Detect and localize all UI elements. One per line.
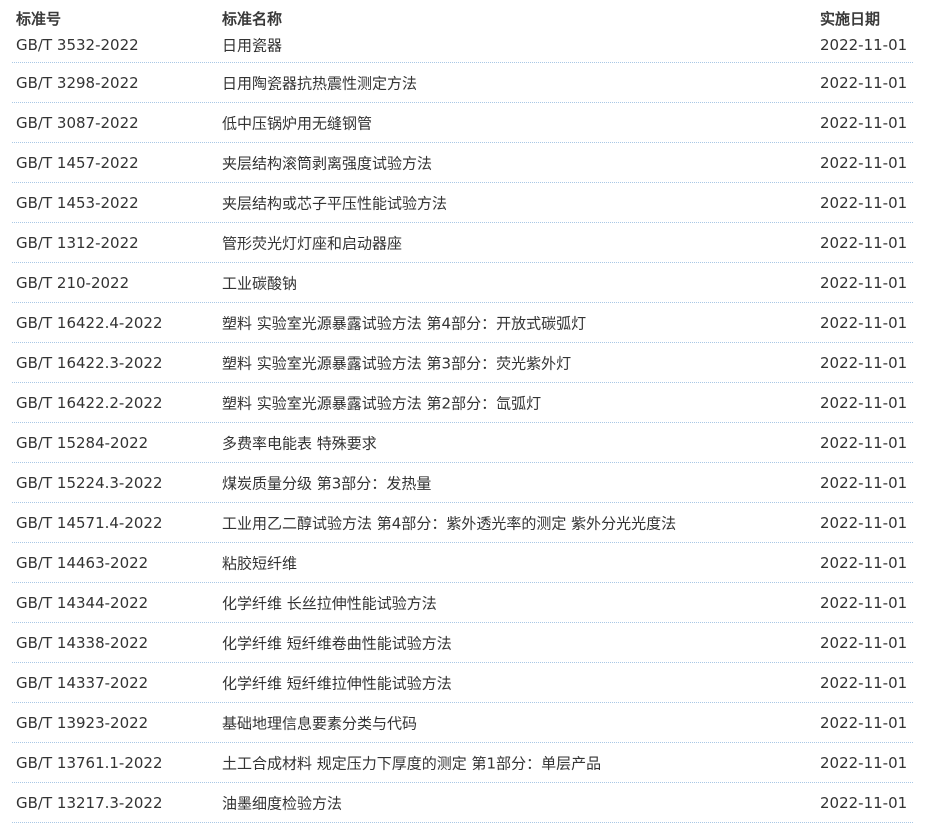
header-code: 标准号	[16, 10, 62, 28]
implementation-date: 2022-11-01	[820, 593, 908, 612]
table-row[interactable]: GB/T 1457-2022 夹层结构滚筒剥离强度试验方法 2022-11-01	[12, 143, 913, 183]
implementation-date: 2022-11-01	[820, 113, 908, 132]
standard-code[interactable]: GB/T 16422.4-2022	[16, 314, 163, 332]
standard-code[interactable]: GB/T 1453-2022	[16, 194, 139, 212]
standard-name-link[interactable]: 化学纤维 长丝拉伸性能试验方法	[222, 592, 437, 613]
standard-code[interactable]: GB/T 1312-2022	[16, 234, 139, 252]
standard-code[interactable]: GB/T 14463-2022	[16, 554, 148, 572]
implementation-date: 2022-11-01	[820, 793, 908, 812]
standard-name-link[interactable]: 多费率电能表 特殊要求	[222, 432, 377, 453]
table-row[interactable]: GB/T 13761.1-2022 土工合成材料 规定压力下厚度的测定 第1部分：…	[12, 743, 913, 783]
implementation-date: 2022-11-01	[820, 433, 908, 452]
implementation-date: 2022-11-01	[820, 473, 908, 492]
table-row[interactable]: GB/T 14344-2022 化学纤维 长丝拉伸性能试验方法 2022-11-01	[12, 583, 913, 623]
header-name: 标准名称	[222, 10, 283, 28]
standard-name-link[interactable]: 塑料 实验室光源暴露试验方法 第4部分：开放式碳弧灯	[222, 312, 586, 333]
standard-name-link[interactable]: 低中压锅炉用无缝钢管	[222, 112, 372, 133]
standard-code[interactable]: GB/T 1457-2022	[16, 154, 139, 172]
implementation-date: 2022-11-01	[820, 313, 908, 332]
table-row[interactable]: GB/T 13923-2022 基础地理信息要素分类与代码 2022-11-01	[12, 703, 913, 743]
standard-code[interactable]: GB/T 14344-2022	[16, 594, 148, 612]
standard-name-link[interactable]: 日用瓷器	[222, 35, 282, 56]
table-row[interactable]: GB/T 14337-2022 化学纤维 短纤维拉伸性能试验方法 2022-11-0…	[12, 663, 913, 703]
standard-name-link[interactable]: 管形荧光灯灯座和启动器座	[222, 232, 402, 253]
implementation-date: 2022-11-01	[820, 273, 908, 292]
table-row[interactable]: GB/T 3087-2022 低中压锅炉用无缝钢管 2022-11-01	[12, 103, 913, 143]
implementation-date: 2022-11-01	[820, 353, 908, 372]
implementation-date: 2022-11-01	[820, 553, 908, 572]
standard-name-link[interactable]: 工业用乙二醇试验方法 第4部分：紫外透光率的测定 紫外分光光度法	[222, 512, 676, 533]
standard-code[interactable]: GB/T 13217.3-2022	[16, 794, 163, 812]
standard-name-link[interactable]: 粘胶短纤维	[222, 552, 297, 573]
table-row[interactable]: GB/T 16422.3-2022 塑料 实验室光源暴露试验方法 第3部分：荧光紫…	[12, 343, 913, 383]
implementation-date: 2022-11-01	[820, 673, 908, 692]
standard-name-link[interactable]: 化学纤维 短纤维卷曲性能试验方法	[222, 632, 452, 653]
standard-name-link[interactable]: 油墨细度检验方法	[222, 792, 342, 813]
standard-code[interactable]: GB/T 13761.1-2022	[16, 754, 163, 772]
standard-code[interactable]: GB/T 210-2022	[16, 274, 129, 292]
implementation-date: 2022-11-01	[820, 193, 908, 212]
implementation-date: 2022-11-01	[820, 713, 908, 732]
table-row[interactable]: GB/T 210-2022 工业碳酸钠 2022-11-01	[12, 263, 913, 303]
implementation-date: 2022-11-01	[820, 633, 908, 652]
implementation-date: 2022-11-01	[820, 753, 908, 772]
table-row[interactable]: GB/T 3298-2022 日用陶瓷器抗热震性测定方法 2022-11-01	[12, 63, 913, 103]
standard-name-link[interactable]: 煤炭质量分级 第3部分：发热量	[222, 472, 431, 493]
standard-code[interactable]: GB/T 16422.2-2022	[16, 394, 163, 412]
table-row[interactable]: GB/T 13217.3-2022 油墨细度检验方法 2022-11-01	[12, 783, 913, 823]
standard-name-link[interactable]: 化学纤维 短纤维拉伸性能试验方法	[222, 672, 452, 693]
header-date: 实施日期	[820, 10, 881, 28]
implementation-date: 2022-11-01	[820, 73, 908, 92]
standard-name-link[interactable]: 塑料 实验室光源暴露试验方法 第2部分：氙弧灯	[222, 392, 541, 413]
standard-code[interactable]: GB/T 15284-2022	[16, 434, 148, 452]
standards-table: 标准号 标准名称 实施日期 GB/T 3532-2022 日用瓷器 2022-11-…	[12, 0, 913, 823]
standard-name-link[interactable]: 基础地理信息要素分类与代码	[222, 712, 417, 733]
implementation-date: 2022-11-01	[820, 153, 908, 172]
table-row[interactable]: GB/T 15224.3-2022 煤炭质量分级 第3部分：发热量 2022-11-…	[12, 463, 913, 503]
implementation-date: 2022-11-01	[820, 513, 908, 532]
table-row[interactable]: GB/T 14463-2022 粘胶短纤维 2022-11-01	[12, 543, 913, 583]
table-row[interactable]: GB/T 15284-2022 多费率电能表 特殊要求 2022-11-01	[12, 423, 913, 463]
standard-name-link[interactable]: 日用陶瓷器抗热震性测定方法	[222, 72, 417, 93]
table-row[interactable]: GB/T 1453-2022 夹层结构或芯子平压性能试验方法 2022-11-01	[12, 183, 913, 223]
table-row[interactable]: GB/T 14338-2022 化学纤维 短纤维卷曲性能试验方法 2022-11-0…	[12, 623, 913, 663]
implementation-date: 2022-11-01	[820, 393, 908, 412]
standard-name-link[interactable]: 夹层结构滚筒剥离强度试验方法	[222, 152, 432, 173]
table-row[interactable]: GB/T 16422.4-2022 塑料 实验室光源暴露试验方法 第4部分：开放式…	[12, 303, 913, 343]
standard-code[interactable]: GB/T 3532-2022	[16, 36, 139, 54]
table-row[interactable]: GB/T 16422.2-2022 塑料 实验室光源暴露试验方法 第2部分：氙弧灯…	[12, 383, 913, 423]
table-row[interactable]: GB/T 14571.4-2022 工业用乙二醇试验方法 第4部分：紫外透光率的测…	[12, 503, 913, 543]
standard-code[interactable]: GB/T 3298-2022	[16, 74, 139, 92]
standard-code[interactable]: GB/T 14338-2022	[16, 634, 148, 652]
implementation-date: 2022-11-01	[820, 36, 908, 54]
standard-code[interactable]: GB/T 14337-2022	[16, 674, 148, 692]
standard-code[interactable]: GB/T 3087-2022	[16, 114, 139, 132]
table-row[interactable]: GB/T 1312-2022 管形荧光灯灯座和启动器座 2022-11-01	[12, 223, 913, 263]
standard-name-link[interactable]: 夹层结构或芯子平压性能试验方法	[222, 192, 447, 213]
standard-code[interactable]: GB/T 13923-2022	[16, 714, 148, 732]
table-row[interactable]: GB/T 3532-2022 日用瓷器 2022-11-01	[12, 28, 913, 63]
implementation-date: 2022-11-01	[820, 233, 908, 252]
standard-name-link[interactable]: 工业碳酸钠	[222, 272, 297, 293]
standard-code[interactable]: GB/T 15224.3-2022	[16, 474, 163, 492]
standard-code[interactable]: GB/T 16422.3-2022	[16, 354, 163, 372]
standard-name-link[interactable]: 塑料 实验室光源暴露试验方法 第3部分：荧光紫外灯	[222, 352, 571, 373]
standard-name-link[interactable]: 土工合成材料 规定压力下厚度的测定 第1部分：单层产品	[222, 752, 601, 773]
standard-code[interactable]: GB/T 14571.4-2022	[16, 514, 163, 532]
table-body: GB/T 3532-2022 日用瓷器 2022-11-01 GB/T 3298-20…	[12, 28, 913, 823]
